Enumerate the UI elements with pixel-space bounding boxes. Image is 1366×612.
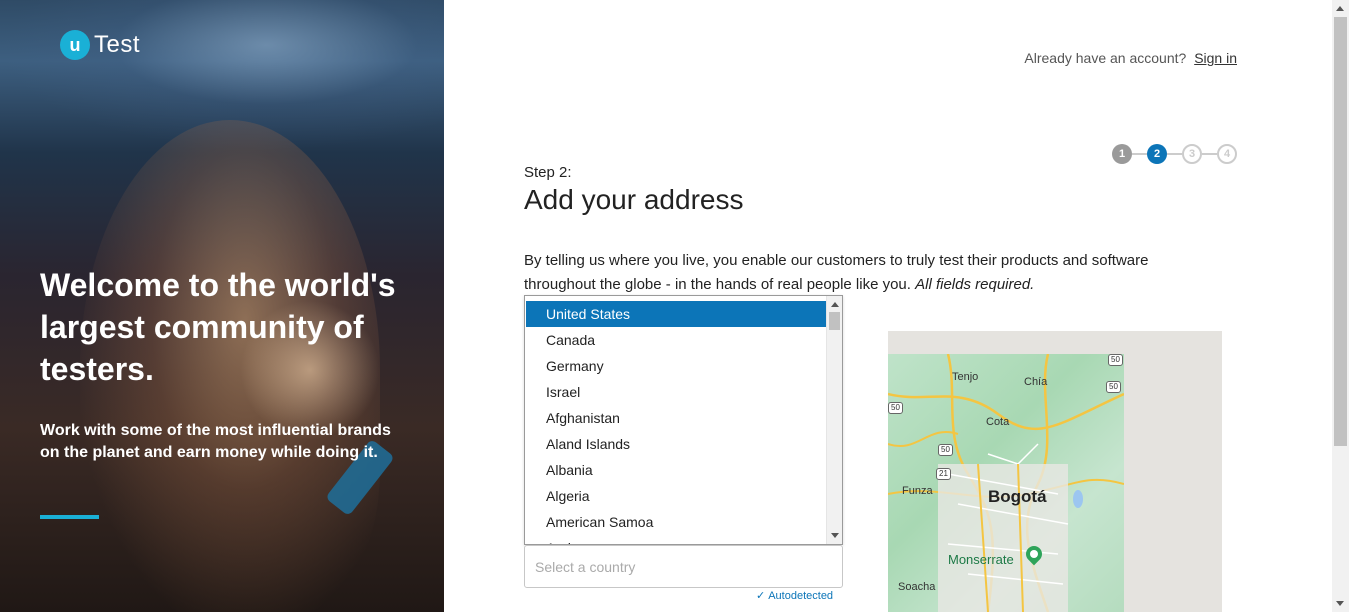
- map-label: Tenjo: [952, 371, 979, 383]
- hero-subtitle: Work with some of the most influential b…: [40, 422, 391, 461]
- page-scroll-down-icon[interactable]: [1336, 601, 1344, 606]
- country-option[interactable]: United States: [526, 301, 826, 327]
- step-2: 2: [1147, 144, 1167, 164]
- country-option[interactable]: Afghanistan: [526, 405, 826, 431]
- country-option[interactable]: Albania: [526, 457, 826, 483]
- country-option[interactable]: Germany: [526, 353, 826, 379]
- check-icon: ✓: [756, 590, 766, 602]
- account-prompt: Already have an account? Sign in: [1024, 50, 1237, 66]
- page-title: Add your address: [524, 184, 744, 215]
- dropdown-scroll-thumb[interactable]: [829, 312, 840, 330]
- intro-body: By telling us where you live, you enable…: [524, 252, 1149, 293]
- intro-text: By telling us where you live, you enable…: [524, 249, 1224, 297]
- country-options: United States Canada Germany Israel Afgh…: [526, 301, 826, 544]
- country-option[interactable]: Aland Islands: [526, 431, 826, 457]
- scroll-down-icon[interactable]: [831, 533, 839, 538]
- utest-logo[interactable]: u Test: [60, 30, 140, 60]
- step-indicator: 1 2 3 4: [1112, 144, 1237, 164]
- hero-panel: u Test Welcome to the world's largest co…: [0, 0, 444, 612]
- hero-title: Welcome to the world's largest community…: [40, 267, 396, 387]
- map-label: Soacha: [898, 581, 936, 593]
- road-sign: 50: [1106, 381, 1121, 393]
- country-option[interactable]: Canada: [526, 327, 826, 353]
- country-input[interactable]: [524, 545, 843, 588]
- step-connector: [1132, 153, 1147, 155]
- step-connector: [1167, 153, 1182, 155]
- road-sign: 50: [888, 402, 903, 414]
- step-connector: [1202, 153, 1217, 155]
- step-3: 3: [1182, 144, 1202, 164]
- account-prompt-text: Already have an account?: [1024, 50, 1187, 66]
- map-label-city: Bogotá: [988, 487, 1047, 506]
- map-roads: [888, 354, 1124, 612]
- hero-accent-line: [40, 515, 99, 519]
- autodetected-label: ✓ Autodetected: [756, 589, 833, 602]
- map-label: Cota: [986, 416, 1010, 428]
- page-scroll-up-icon[interactable]: [1336, 6, 1344, 11]
- page-scroll-thumb[interactable]: [1334, 17, 1347, 446]
- logo-mark: u: [60, 30, 90, 60]
- country-option[interactable]: Israel: [526, 379, 826, 405]
- country-dropdown-list[interactable]: United States Canada Germany Israel Afgh…: [524, 295, 843, 545]
- logo-wordmark: Test: [94, 31, 141, 58]
- step-label: Step 2:: [524, 164, 572, 181]
- dropdown-scrollbar[interactable]: [826, 296, 842, 544]
- sign-in-link[interactable]: Sign in: [1194, 50, 1237, 66]
- map-label-park: Monserrate: [948, 552, 1014, 567]
- map-label: Funza: [902, 485, 933, 497]
- autodetected-text: Autodetected: [768, 590, 834, 602]
- step-4: 4: [1217, 144, 1237, 164]
- road-sign: 50: [938, 444, 953, 456]
- map-label: Chía: [1024, 376, 1048, 388]
- country-option[interactable]: American Samoa: [526, 509, 826, 535]
- road-sign: 50: [1108, 354, 1123, 366]
- page-scrollbar[interactable]: [1332, 0, 1349, 612]
- road-sign: 21: [936, 468, 951, 480]
- country-option[interactable]: Algeria: [526, 483, 826, 509]
- country-option[interactable]: Andorra: [526, 535, 826, 544]
- scroll-up-icon[interactable]: [831, 302, 839, 307]
- step-1: 1: [1112, 144, 1132, 164]
- intro-required-note: All fields required.: [915, 276, 1035, 293]
- location-map[interactable]: Tenjo Chía Cota Funza Bogotá Monserrate …: [888, 354, 1124, 612]
